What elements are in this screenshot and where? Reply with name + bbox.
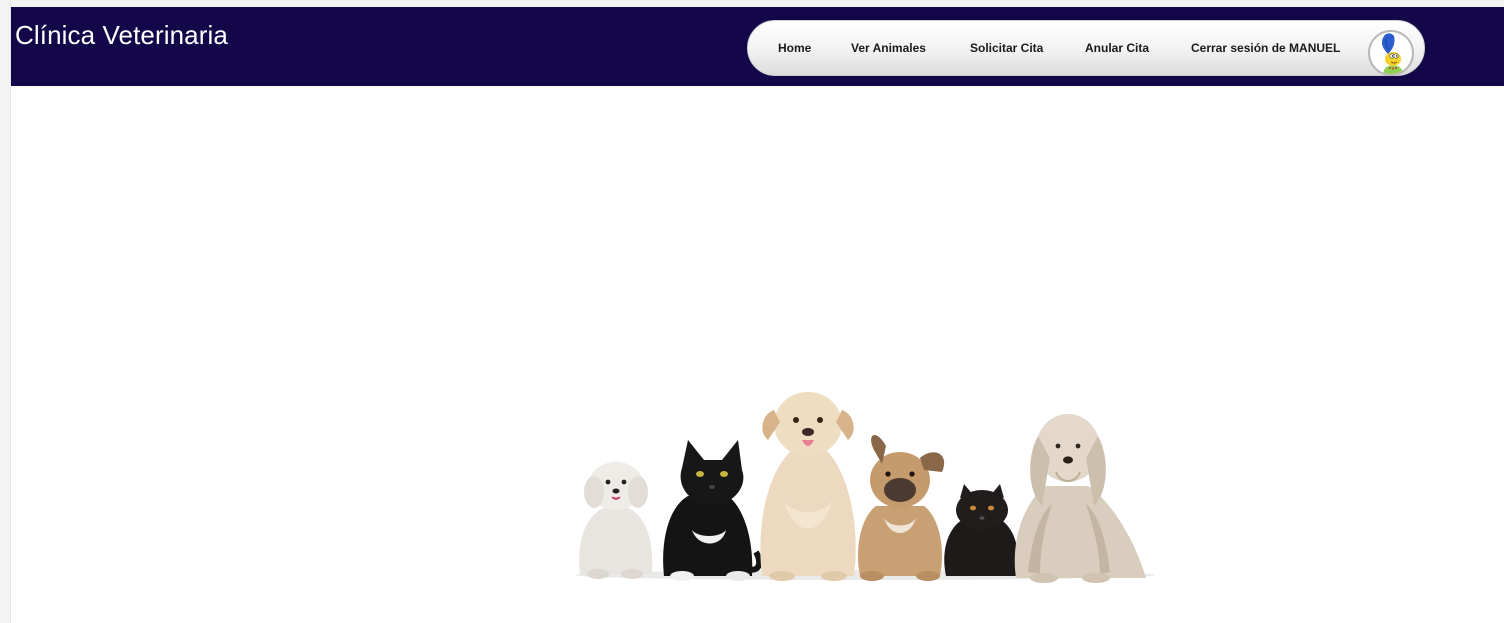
nav-ver-animales[interactable]: Ver Animales <box>851 41 926 55</box>
main-nav: Home Ver Animales Solicitar Cita Anular … <box>747 20 1425 76</box>
nav-solicitar-cita[interactable]: Solicitar Cita <box>970 41 1043 55</box>
nav-anular-cita[interactable]: Anular Cita <box>1085 41 1149 55</box>
user-avatar-icon[interactable] <box>1368 30 1414 76</box>
browser-left-edge <box>0 0 11 623</box>
pets-group-image <box>570 388 1160 584</box>
site-header: Clínica Veterinaria Home Ver Animales So… <box>11 7 1504 86</box>
browser-top-edge <box>0 0 1504 7</box>
nav-home[interactable]: Home <box>778 41 811 55</box>
site-title[interactable]: Clínica Veterinaria <box>15 20 228 51</box>
nav-cerrar-sesion[interactable]: Cerrar sesión de MANUEL <box>1191 41 1340 55</box>
